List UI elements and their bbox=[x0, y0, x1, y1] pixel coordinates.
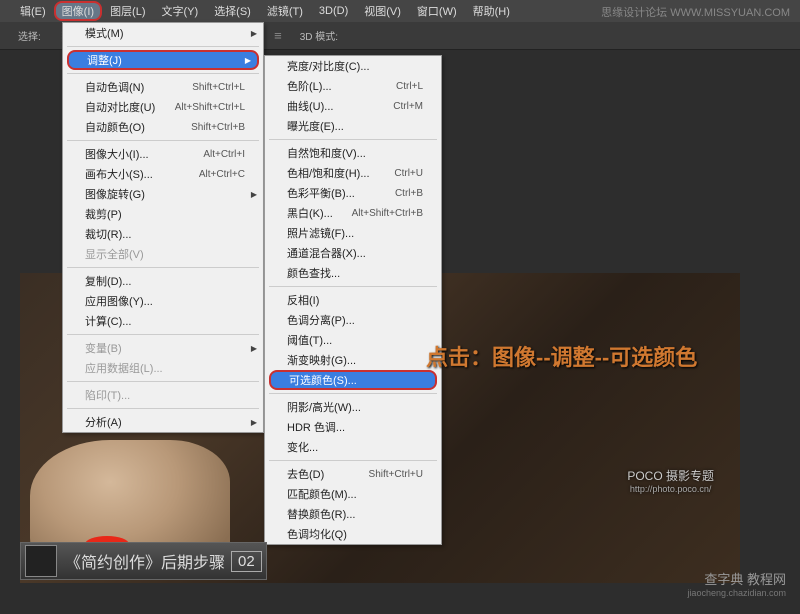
menu-item[interactable]: 变化... bbox=[265, 437, 441, 457]
menu-item[interactable]: 匹配颜色(M)... bbox=[265, 484, 441, 504]
select-label: 选择: bbox=[18, 28, 41, 43]
menu-item[interactable]: 曲线(U)...Ctrl+M bbox=[265, 96, 441, 116]
menu-item[interactable]: HDR 色调... bbox=[265, 417, 441, 437]
menu-item[interactable]: 自动对比度(U)Alt+Shift+Ctrl+L bbox=[63, 97, 263, 117]
menu-item[interactable]: 色调均化(Q) bbox=[265, 524, 441, 544]
menu-item: 应用数据组(L)... bbox=[63, 358, 263, 378]
image-menu-dropdown: 模式(M)▶ 调整(J)▶ 自动色调(N)Shift+Ctrl+L自动对比度(U)A… bbox=[62, 22, 264, 433]
menu-item[interactable]: 色阶(L)...Ctrl+L bbox=[265, 76, 441, 96]
mode-3d-label: 3D 模式: bbox=[300, 28, 338, 43]
menu-item[interactable]: 色相/饱和度(H)...Ctrl+U bbox=[265, 163, 441, 183]
step-thumbnail bbox=[25, 545, 57, 577]
menu-item[interactable]: 颜色查找... bbox=[265, 263, 441, 283]
menubar-item[interactable]: 视图(V) bbox=[356, 1, 409, 21]
menubar-item[interactable]: 窗口(W) bbox=[409, 1, 465, 21]
menu-item[interactable]: 色调分离(P)... bbox=[265, 310, 441, 330]
menu-item[interactable]: 自然饱和度(V)... bbox=[265, 143, 441, 163]
menu-item[interactable]: 亮度/对比度(C)... bbox=[265, 56, 441, 76]
menubar-item[interactable]: 文字(Y) bbox=[154, 1, 207, 21]
adjustments-submenu: 亮度/对比度(C)...色阶(L)...Ctrl+L曲线(U)...Ctrl+M… bbox=[264, 55, 442, 545]
menu-item[interactable]: 阈值(T)... bbox=[265, 330, 441, 350]
menu-item[interactable]: 曝光度(E)... bbox=[265, 116, 441, 136]
menu-item[interactable]: 自动色调(N)Shift+Ctrl+L bbox=[63, 77, 263, 97]
menu-item[interactable]: 分析(A)▶ bbox=[63, 412, 263, 432]
menu-item[interactable]: 裁剪(P) bbox=[63, 204, 263, 224]
menu-item[interactable]: 计算(C)... bbox=[63, 311, 263, 331]
menubar-item[interactable]: 滤镜(T) bbox=[259, 1, 311, 21]
watermark-text: 查字典 教程网 bbox=[687, 569, 786, 588]
watermark-url: http://photo.poco.cn/ bbox=[627, 484, 714, 494]
menu-item[interactable]: 黑白(K)...Alt+Shift+Ctrl+B bbox=[265, 203, 441, 223]
menu-item[interactable]: 渐变映射(G)... bbox=[265, 350, 441, 370]
step-title: 《简约创作》后期步骤 bbox=[65, 549, 225, 573]
watermark-text: POCO 摄影专题 bbox=[627, 467, 714, 484]
menu-item[interactable]: 反相(I) bbox=[265, 290, 441, 310]
tool-icon[interactable]: ≡ bbox=[274, 28, 282, 44]
menu-item[interactable]: 自动颜色(O)Shift+Ctrl+B bbox=[63, 117, 263, 137]
menu-item[interactable]: 去色(D)Shift+Ctrl+U bbox=[265, 464, 441, 484]
menu-item: 变量(B)▶ bbox=[63, 338, 263, 358]
menu-item: 显示全部(V) bbox=[63, 244, 263, 264]
watermark-poco: POCO 摄影专题 http://photo.poco.cn/ bbox=[627, 467, 714, 494]
menu-item[interactable]: 照片滤镜(F)... bbox=[265, 223, 441, 243]
menu-item[interactable]: 通道混合器(X)... bbox=[265, 243, 441, 263]
watermark-top: 思缘设计论坛 WWW.MISSYUAN.COM bbox=[601, 4, 790, 20]
menu-item[interactable]: 图像旋转(G)▶ bbox=[63, 184, 263, 204]
menubar-item[interactable]: 图层(L) bbox=[102, 1, 153, 21]
tutorial-annotation: 点击：图像--调整--可选颜色 bbox=[426, 340, 697, 372]
menubar-item[interactable]: 3D(D) bbox=[311, 3, 356, 19]
menu-item[interactable]: 复制(D)... bbox=[63, 271, 263, 291]
menu-item[interactable]: 应用图像(Y)... bbox=[63, 291, 263, 311]
menu-item[interactable]: 图像大小(I)...Alt+Ctrl+I bbox=[63, 144, 263, 164]
menu-item[interactable]: 调整(J)▶ bbox=[67, 50, 259, 70]
menubar-item[interactable]: 选择(S) bbox=[206, 1, 259, 21]
menu-item[interactable]: 模式(M)▶ bbox=[63, 23, 263, 43]
watermark-bottom-right: 查字典 教程网 jiaocheng.chazidian.com bbox=[687, 569, 786, 598]
menu-item[interactable]: 色彩平衡(B)...Ctrl+B bbox=[265, 183, 441, 203]
menu-item[interactable]: 画布大小(S)...Alt+Ctrl+C bbox=[63, 164, 263, 184]
menu-item[interactable]: 替换颜色(R)... bbox=[265, 504, 441, 524]
step-banner: 《简约创作》后期步骤 02 bbox=[20, 542, 267, 580]
menu-item[interactable]: 裁切(R)... bbox=[63, 224, 263, 244]
menubar-item[interactable]: 帮助(H) bbox=[465, 1, 518, 21]
menu-item[interactable]: 可选颜色(S)... bbox=[269, 370, 437, 390]
menubar-item[interactable]: 图像(I) bbox=[54, 1, 102, 21]
menu-item[interactable]: 阴影/高光(W)... bbox=[265, 397, 441, 417]
step-number: 02 bbox=[231, 551, 262, 572]
menubar-item[interactable]: 辑(E) bbox=[12, 1, 54, 21]
menu-item: 陷印(T)... bbox=[63, 385, 263, 405]
watermark-url: jiaocheng.chazidian.com bbox=[687, 588, 786, 598]
